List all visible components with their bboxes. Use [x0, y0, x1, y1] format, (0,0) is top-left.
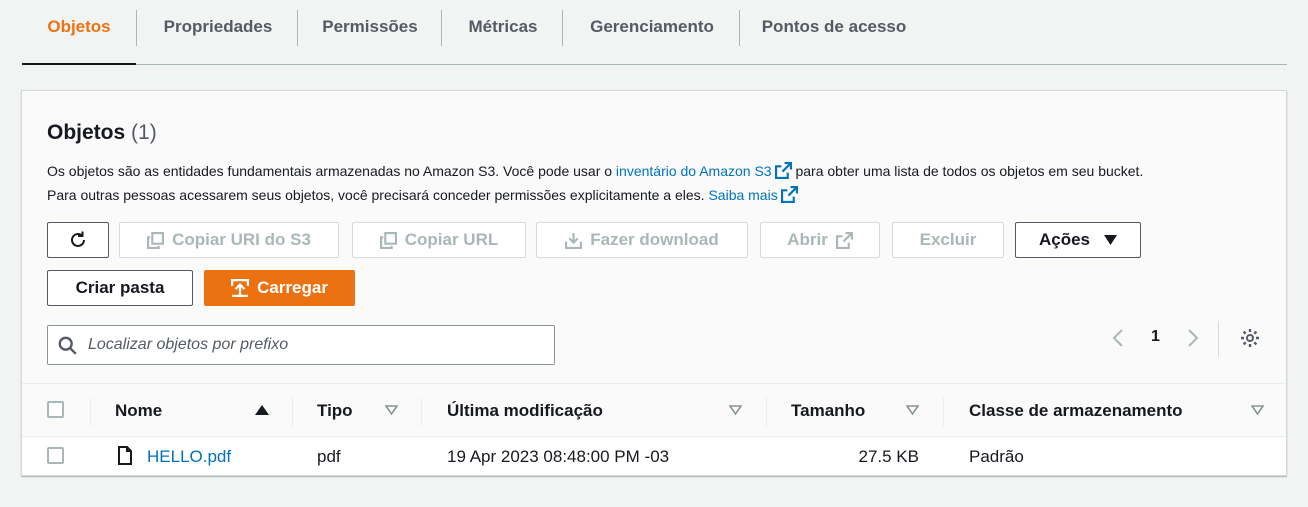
refresh-button[interactable] — [47, 222, 109, 258]
sort-icon[interactable] — [906, 405, 919, 415]
open-button[interactable]: Abrir — [760, 222, 880, 258]
object-size: 27.5 KB — [858, 447, 920, 466]
desc-text: para obter uma lista de todos os objetos… — [791, 163, 1144, 179]
gear-icon[interactable] — [1240, 328, 1260, 348]
object-storage-class: Padrão — [969, 447, 1024, 466]
panel-title: Objetos (1) — [47, 121, 157, 145]
column-divider — [766, 398, 767, 426]
sort-ascending-icon[interactable] — [255, 405, 269, 415]
table-header: Nome Tipo Última modificação Tamanho Cla… — [22, 383, 1286, 437]
tab-divider — [562, 10, 563, 46]
column-header-name[interactable]: Nome — [115, 401, 162, 421]
copy-s3-uri-button[interactable]: Copiar URI do S3 — [119, 222, 339, 258]
chevron-right-icon[interactable] — [1186, 328, 1200, 348]
pager-divider — [1218, 321, 1219, 357]
tab-divider — [136, 10, 137, 46]
upload-label: Carregar — [257, 278, 328, 297]
desc-text: Para outras pessoas acessarem seus objet… — [47, 187, 709, 203]
external-link-icon — [835, 231, 853, 249]
column-header-size[interactable]: Tamanho — [791, 401, 865, 421]
chevron-left-icon[interactable] — [1111, 328, 1125, 348]
copy-url-button[interactable]: Copiar URL — [352, 222, 526, 258]
delete-button[interactable]: Excluir — [892, 222, 1004, 258]
download-icon — [565, 232, 583, 249]
description-line-2: Para outras pessoas acessarem seus objet… — [47, 186, 798, 203]
delete-label: Excluir — [919, 230, 977, 249]
copy-s3-uri-label: Copiar URI do S3 — [172, 230, 311, 249]
column-header-last-modified[interactable]: Última modificação — [447, 401, 603, 421]
copy-icon — [147, 231, 165, 249]
object-last-modified: 19 Apr 2023 08:48:00 PM -03 — [447, 447, 670, 466]
object-type: pdf — [317, 447, 341, 466]
upload-icon — [231, 279, 250, 297]
tab-management[interactable]: Gerenciamento — [574, 0, 730, 64]
search-input[interactable] — [88, 326, 548, 364]
current-page[interactable]: 1 — [1151, 328, 1160, 346]
actions-label: Ações — [1038, 230, 1091, 249]
tab-permissions[interactable]: Permissões — [310, 0, 430, 64]
tab-divider — [739, 10, 740, 46]
row-checkbox[interactable] — [47, 447, 64, 464]
external-link-icon — [780, 186, 798, 203]
column-divider — [943, 398, 944, 426]
download-button[interactable]: Fazer download — [536, 222, 748, 258]
copy-icon — [379, 231, 397, 249]
refresh-icon — [71, 231, 85, 247]
desc-text: Os objetos são as entidades fundamentais… — [47, 163, 616, 179]
search-field[interactable] — [47, 325, 555, 365]
column-divider — [292, 398, 293, 426]
create-folder-label: Criar pasta — [75, 278, 165, 297]
inventory-link[interactable]: inventário do Amazon S3 — [616, 163, 772, 179]
file-icon — [118, 446, 132, 465]
copy-url-label: Copiar URL — [404, 230, 499, 249]
open-label: Abrir — [787, 230, 828, 249]
download-label: Fazer download — [590, 230, 719, 249]
tab-divider — [297, 10, 298, 46]
object-count: (1) — [131, 121, 157, 144]
sort-icon[interactable] — [729, 405, 742, 415]
description-line-1: Os objetos são as entidades fundamentais… — [47, 162, 1143, 179]
tab-divider — [441, 10, 442, 46]
tab-properties[interactable]: Propriedades — [148, 0, 288, 64]
create-folder-button[interactable]: Criar pasta — [47, 270, 193, 306]
column-header-type[interactable]: Tipo — [317, 401, 353, 421]
panel-title-text: Objetos — [47, 121, 126, 144]
search-icon — [58, 336, 77, 355]
tab-access-points[interactable]: Pontos de acesso — [751, 0, 917, 64]
table-row: HELLO.pdf pdf 19 Apr 2023 08:48:00 PM -0… — [22, 437, 1286, 475]
caret-down-icon — [1104, 235, 1118, 245]
tab-metrics[interactable]: Métricas — [453, 0, 553, 64]
column-divider — [90, 398, 91, 426]
external-link-icon — [774, 162, 792, 179]
learn-more-link[interactable]: Saiba mais — [708, 187, 777, 203]
select-all-checkbox[interactable] — [47, 401, 64, 418]
actions-dropdown[interactable]: Ações — [1015, 222, 1141, 258]
object-name-link[interactable]: HELLO.pdf — [147, 447, 231, 467]
column-divider — [421, 398, 422, 426]
sort-icon[interactable] — [385, 405, 398, 415]
objects-panel: Objetos (1) Os objetos são as entidades … — [21, 90, 1287, 476]
tab-bar: Objetos Propriedades Permissões Métricas… — [22, 0, 1287, 65]
tab-objects[interactable]: Objetos — [22, 0, 136, 65]
sort-icon[interactable] — [1251, 405, 1264, 415]
column-header-storage-class[interactable]: Classe de armazenamento — [969, 401, 1183, 421]
upload-button[interactable]: Carregar — [204, 270, 355, 306]
